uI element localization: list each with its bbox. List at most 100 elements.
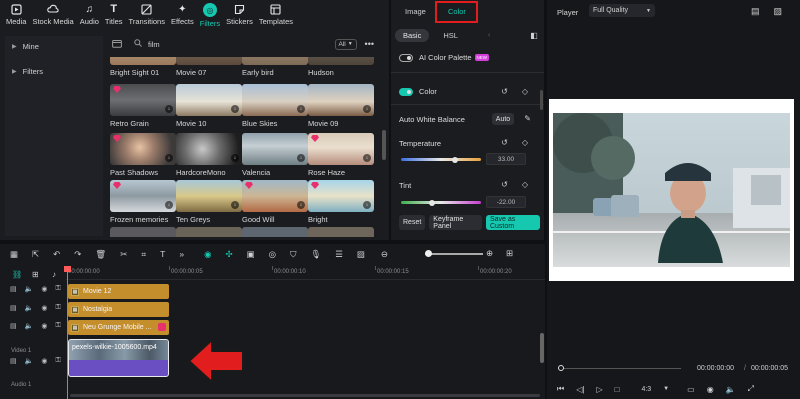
volume-icon[interactable]: 🔈 bbox=[25, 322, 34, 330]
download-icon[interactable]: ↓ bbox=[297, 201, 305, 209]
playhead[interactable] bbox=[67, 268, 68, 399]
reset-button[interactable]: Reset bbox=[399, 215, 426, 230]
tint-slider-knob[interactable] bbox=[429, 199, 436, 206]
playback-progress[interactable] bbox=[558, 365, 681, 371]
reset-icon[interactable]: ↺ bbox=[501, 180, 508, 189]
eye-icon[interactable]: ◉ bbox=[41, 304, 47, 312]
color-panel-scrollbar[interactable] bbox=[540, 90, 543, 110]
track-lock-icon[interactable]: ▤ bbox=[10, 304, 17, 312]
filter-card[interactable]: ↓ Bright bbox=[308, 180, 374, 224]
aspect-ratio[interactable]: 4:3 bbox=[641, 386, 651, 393]
timeline-horizontal-scrollbar[interactable] bbox=[70, 394, 540, 397]
filter-card[interactable]: ↓ Movie 09 bbox=[308, 84, 374, 128]
filter-card[interactable]: Hudson bbox=[308, 57, 374, 77]
filter-card[interactable]: ↓ Retro Grain bbox=[110, 84, 176, 128]
eyedropper-icon[interactable]: ✎ bbox=[524, 114, 531, 123]
play-icon[interactable]: ▷ bbox=[596, 385, 602, 394]
zoom-slider-knob[interactable] bbox=[425, 250, 432, 257]
camera-icon[interactable]: ◉ bbox=[707, 385, 714, 394]
keyframe-diamond-icon[interactable]: ◇ bbox=[522, 138, 528, 147]
mic-icon[interactable]: 🎙 bbox=[310, 249, 321, 260]
tab-effects[interactable]: ✦ Effects bbox=[171, 3, 194, 27]
tint-slider[interactable] bbox=[401, 199, 481, 206]
progress-handle[interactable] bbox=[558, 365, 564, 371]
download-icon[interactable]: ↓ bbox=[165, 154, 173, 162]
sidebar-item-filters[interactable]: ▶ Filters bbox=[5, 63, 103, 80]
grid-icon[interactable]: ⊞ bbox=[506, 248, 513, 259]
eye-icon[interactable]: ◉ bbox=[41, 285, 47, 293]
save-as-custom-button[interactable]: Save as Custom bbox=[485, 215, 540, 230]
more-tools-icon[interactable]: » bbox=[179, 249, 184, 259]
eye-icon[interactable]: ◉ bbox=[41, 357, 47, 365]
tab-media[interactable]: Media bbox=[6, 3, 26, 26]
video-clip[interactable]: pexels-wilkie-1005600.mp4 bbox=[68, 339, 169, 377]
filter-card[interactable] bbox=[242, 227, 308, 237]
filter-card[interactable] bbox=[308, 227, 374, 237]
more-icon[interactable]: ••• bbox=[365, 39, 374, 49]
filter-card[interactable]: ↓ Blue Skies bbox=[242, 84, 308, 128]
filter-clip[interactable]: ▦ Neu Grunge Mobile ... bbox=[68, 320, 169, 335]
image-icon[interactable]: ▨ bbox=[357, 249, 365, 260]
zoom-in-icon[interactable]: ⊕ bbox=[486, 248, 493, 259]
volume-icon[interactable]: 🔈 bbox=[25, 285, 34, 293]
add-track-icon[interactable]: ⊞ bbox=[32, 270, 39, 279]
video-preview[interactable] bbox=[549, 99, 794, 281]
keyframe-diamond-icon[interactable]: ◇ bbox=[522, 87, 528, 96]
tab-titles[interactable]: T Titles bbox=[105, 3, 123, 26]
zoom-out-icon[interactable]: ⊖ bbox=[381, 249, 388, 260]
volume-icon[interactable]: 🔈 bbox=[25, 357, 34, 365]
track-lock-icon[interactable]: ▤ bbox=[10, 285, 17, 293]
step-back-icon[interactable]: ◁| bbox=[576, 385, 584, 394]
download-icon[interactable]: ↓ bbox=[231, 154, 239, 162]
filter-card[interactable]: ↓ HardcoreMono bbox=[176, 133, 242, 177]
tab-stock-media[interactable]: Stock Media bbox=[32, 3, 74, 26]
filter-clip[interactable]: ▦ Movie 12 bbox=[68, 284, 169, 299]
list-icon[interactable]: ☰ bbox=[335, 249, 343, 260]
search-input[interactable]: film bbox=[148, 40, 335, 49]
download-icon[interactable]: ↓ bbox=[297, 105, 305, 113]
fullscreen-icon[interactable]: ⤢ bbox=[748, 384, 754, 394]
folder-icon[interactable] bbox=[112, 39, 122, 50]
filter-dropdown[interactable]: All ▼ bbox=[334, 38, 357, 50]
subtab-basic[interactable]: Basic bbox=[395, 28, 430, 42]
filter-card[interactable]: ↓ Past Shadows bbox=[110, 133, 176, 177]
zoom-slider[interactable] bbox=[425, 250, 483, 257]
add-audio-track-icon[interactable]: ♪ bbox=[52, 270, 56, 279]
tab-audio[interactable]: ♫ Audio bbox=[80, 3, 99, 27]
track-lock-icon[interactable]: ▤ bbox=[10, 322, 17, 330]
download-icon[interactable]: ↓ bbox=[165, 201, 173, 209]
track-lock-icon[interactable]: ⚿ bbox=[55, 322, 60, 330]
temperature-slider-knob[interactable] bbox=[451, 156, 458, 163]
delete-icon[interactable]: 🗑 bbox=[95, 249, 106, 260]
layout-icon[interactable]: ▦ bbox=[10, 249, 18, 260]
ai-palette-toggle[interactable] bbox=[399, 53, 413, 62]
tab-transitions[interactable]: Transitions bbox=[129, 3, 165, 26]
timeline-ruler[interactable]: 00:00:00:00 00:00:00:05 00:00:00:10 00:0… bbox=[66, 266, 545, 280]
split-view-icon[interactable]: ▤ bbox=[751, 6, 760, 17]
track-lock-icon[interactable]: ⚿ bbox=[55, 357, 60, 365]
snap-icon[interactable]: ✣ bbox=[225, 249, 232, 260]
auto-button[interactable]: Auto bbox=[492, 113, 514, 125]
color-toggle[interactable] bbox=[399, 87, 413, 96]
filter-card[interactable]: ↓ Ten Greys bbox=[176, 180, 242, 224]
track-lock-icon[interactable]: ▤ bbox=[10, 357, 17, 365]
panel-toggle-icon[interactable]: ◧ bbox=[530, 31, 538, 40]
subtab-hsl[interactable]: HSL bbox=[435, 29, 466, 42]
download-icon[interactable]: ↓ bbox=[165, 105, 173, 113]
reset-icon[interactable]: ↺ bbox=[501, 138, 508, 147]
tab-stickers[interactable]: Stickers bbox=[226, 3, 253, 26]
filter-card[interactable]: ↓ Valencia bbox=[242, 133, 308, 177]
filter-card[interactable]: Early bird bbox=[242, 57, 308, 77]
track-lock-icon[interactable]: ⚿ bbox=[55, 285, 60, 293]
crop-icon[interactable]: ⌗ bbox=[141, 249, 146, 260]
filter-card[interactable] bbox=[176, 227, 242, 237]
reset-icon[interactable]: ↺ bbox=[501, 87, 508, 96]
tint-value[interactable]: -22.00 bbox=[486, 196, 526, 208]
tab-templates[interactable]: Templates bbox=[259, 3, 293, 26]
render-icon[interactable]: ▣ bbox=[247, 249, 255, 260]
download-icon[interactable]: ↓ bbox=[231, 201, 239, 209]
grid-scrollbar[interactable] bbox=[382, 130, 386, 160]
tab-image[interactable]: Image bbox=[405, 7, 426, 16]
shield-icon[interactable]: ⛉ bbox=[290, 249, 296, 260]
filter-card[interactable]: ↓ Rose Haze bbox=[308, 133, 374, 177]
